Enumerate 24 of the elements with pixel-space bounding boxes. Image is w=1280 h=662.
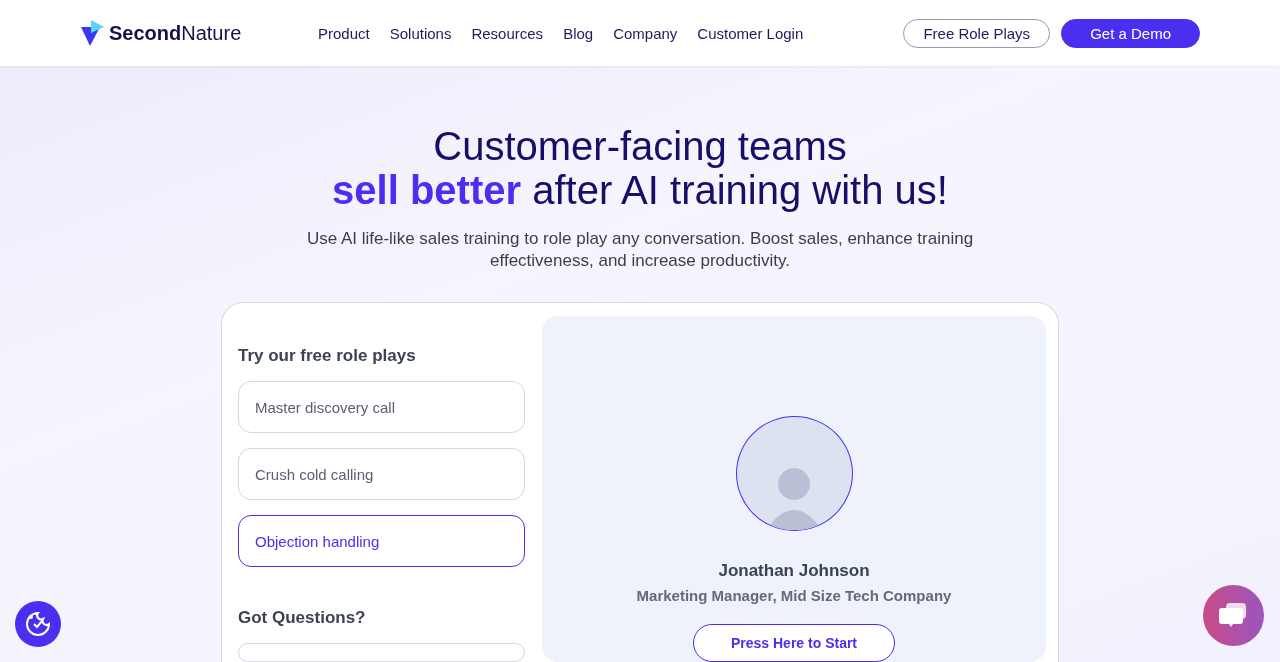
- nav-link[interactable]: Resources: [471, 24, 544, 42]
- nav-link[interactable]: Customer Login: [697, 24, 804, 42]
- nav-link[interactable]: Product: [318, 24, 370, 42]
- role-plays-button[interactable]: Free Role Plays: [903, 18, 1051, 48]
- persona-role: Marketing Manager, Mid Size Tech Company: [636, 587, 952, 605]
- section-heading: Got Questions?: [238, 608, 367, 628]
- hero-subtitle: Use AI life-like sales training to role play any conversation. Boost sales, enhance training effectiveness, and increase productivity.: [305, 228, 975, 272]
- role-play-option[interactable]: Crush cold calling: [238, 448, 525, 500]
- role-play-option[interactable]: Master discovery call: [238, 381, 525, 433]
- cookie-settings-button[interactable]: [15, 601, 61, 647]
- role-play-option[interactable]: Objection handling: [238, 515, 525, 567]
- logo-icon: [80, 19, 106, 47]
- demo-button[interactable]: Get a Demo: [1061, 18, 1200, 48]
- persona-name: Jonathan Johnson: [718, 561, 870, 582]
- nav-link[interactable]: Blog: [563, 24, 594, 42]
- section-heading: Try our free role plays: [238, 346, 417, 366]
- nav-link[interactable]: Company: [613, 24, 678, 42]
- cookie-check-icon: [25, 611, 51, 637]
- hero-heading-line: sell better after AI training with us!: [332, 168, 948, 212]
- nav-link[interactable]: Solutions: [389, 24, 452, 42]
- chat-button[interactable]: [1203, 585, 1264, 646]
- brand-name[interactable]: SecondNature: [109, 21, 242, 45]
- hero-heading-line: Customer-facing teams: [432, 124, 848, 168]
- start-button[interactable]: Press Here to Start: [693, 624, 895, 662]
